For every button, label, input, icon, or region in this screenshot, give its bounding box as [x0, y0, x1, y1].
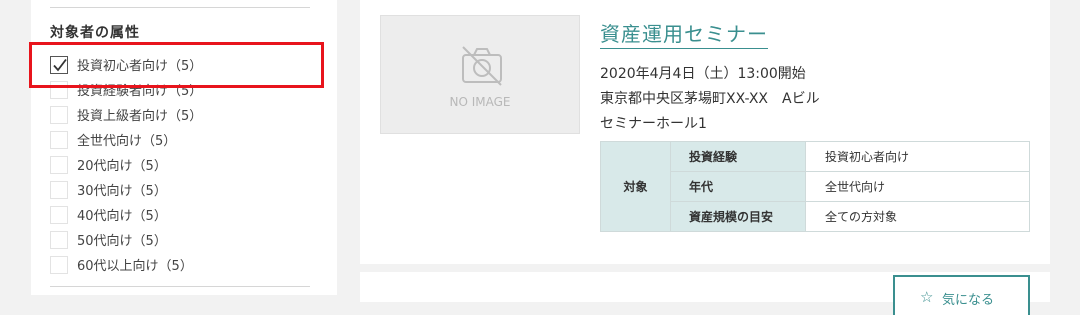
filter-item-label: 50代向け（5） — [77, 234, 167, 249]
filter-title: 対象者の属性 — [50, 25, 140, 41]
divider — [50, 286, 310, 287]
filter-item-label: 投資経験者向け（5） — [77, 84, 203, 99]
seminar-address: 東京都中央区茅場町XX-XX Aビル — [600, 91, 820, 107]
favorite-button[interactable]: ☆ 気になる — [893, 275, 1030, 315]
checkbox-checked[interactable] — [50, 55, 68, 74]
filter-item-20s[interactable]: 20代向け（5） — [50, 152, 202, 177]
seminar-datetime: 2020年4月4日（土）13:00開始 — [600, 66, 806, 82]
checkbox[interactable] — [50, 130, 68, 149]
target-table: 対象 投資経験 投資初心者向け 年代 全世代向け 資産規模の目安 全ての方対象 — [600, 141, 1030, 232]
checkbox[interactable] — [50, 230, 68, 249]
target-group-label: 対象 — [600, 141, 671, 232]
filter-item-label: 20代向け（5） — [77, 159, 167, 174]
divider — [50, 7, 310, 8]
filter-item-label: 全世代向け（5） — [77, 134, 177, 149]
target-value: 投資初心者向け — [805, 141, 1030, 172]
target-value: 全世代向け — [805, 171, 1030, 202]
target-value: 全ての方対象 — [805, 201, 1030, 232]
checkbox[interactable] — [50, 205, 68, 224]
checkbox[interactable] — [50, 180, 68, 199]
seminar-title-link[interactable]: 資産運用セミナー — [600, 18, 768, 49]
filter-item-label: 投資初心者向け（5） — [77, 59, 203, 74]
favorite-label: 気になる — [942, 293, 995, 308]
filter-item-40s[interactable]: 40代向け（5） — [50, 202, 202, 227]
filter-item-30s[interactable]: 30代向け（5） — [50, 177, 202, 202]
seminar-venue: セミナーホール1 — [600, 116, 707, 132]
target-key: 投資経験 — [670, 141, 806, 172]
filter-item-beginner[interactable]: 投資初心者向け（5） — [50, 52, 202, 77]
filter-list: 投資初心者向け（5） 投資経験者向け（5） 投資上級者向け（5） 全世代向け（5… — [50, 52, 202, 277]
filter-item-50s[interactable]: 50代向け（5） — [50, 227, 202, 252]
checkbox[interactable] — [50, 80, 68, 99]
filter-item-all-ages[interactable]: 全世代向け（5） — [50, 127, 202, 152]
filter-item-advanced[interactable]: 投資上級者向け（5） — [50, 102, 202, 127]
star-icon: ☆ — [920, 288, 934, 306]
check-icon — [53, 58, 67, 71]
filter-item-60s-plus[interactable]: 60代以上向け（5） — [50, 252, 202, 277]
filter-item-label: 60代以上向け（5） — [77, 259, 193, 274]
filter-item-label: 30代向け（5） — [77, 184, 167, 199]
no-image-label: NO IMAGE — [449, 95, 511, 109]
target-key: 資産規模の目安 — [670, 201, 806, 232]
filter-item-label: 投資上級者向け（5） — [77, 109, 203, 124]
filter-item-experienced[interactable]: 投資経験者向け（5） — [50, 77, 202, 102]
seminar-card: NO IMAGE 資産運用セミナー 2020年4月4日（土）13:00開始 東京… — [360, 0, 1050, 264]
checkbox[interactable] — [50, 105, 68, 124]
checkbox[interactable] — [50, 255, 68, 274]
no-image-camera-icon — [462, 46, 502, 86]
checkbox[interactable] — [50, 155, 68, 174]
seminar-thumbnail: NO IMAGE — [380, 15, 580, 134]
filter-sidebar: 対象者の属性 投資初心者向け（5） 投資経験者向け（5） 投資上級者向け（5） … — [31, 0, 337, 295]
next-seminar-card: ☆ 気になる — [360, 272, 1050, 315]
target-key: 年代 — [670, 171, 806, 202]
filter-item-label: 40代向け（5） — [77, 209, 167, 224]
table-row: 対象 投資経験 投資初心者向け — [600, 141, 1030, 232]
